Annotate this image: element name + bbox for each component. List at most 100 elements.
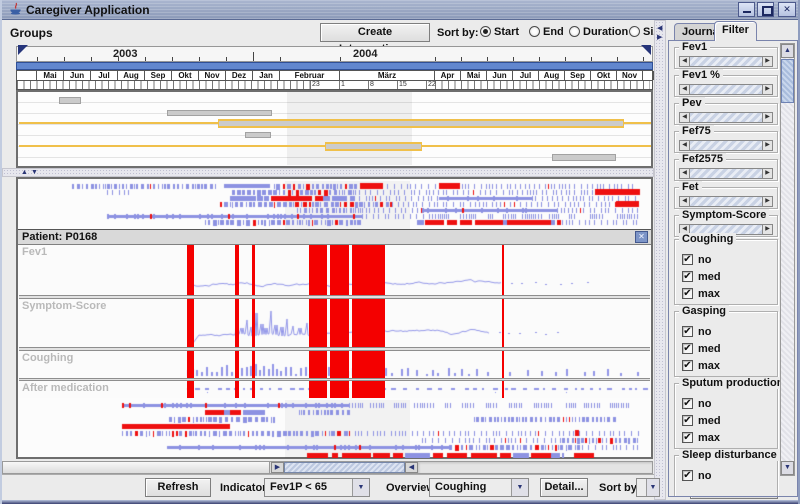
- month-cell[interactable]: Aug: [539, 71, 565, 80]
- month-cell[interactable]: Jun: [487, 71, 513, 80]
- interval-bar[interactable]: [552, 154, 616, 161]
- scrollbar-thumb[interactable]: [781, 59, 794, 103]
- group-span-line[interactable]: [19, 122, 218, 124]
- month-cell[interactable]: Okt: [172, 71, 199, 80]
- checkbox-no[interactable]: ✔: [682, 254, 693, 265]
- sort-radio-start[interactable]: [480, 26, 491, 37]
- slider-track[interactable]: [690, 85, 762, 94]
- group-interval-bar[interactable]: [325, 142, 422, 151]
- month-cell[interactable]: Sep: [145, 71, 172, 80]
- range-slider[interactable]: ◀▶: [679, 196, 773, 207]
- slider-track[interactable]: [690, 113, 762, 122]
- filter-vertical-scrollbar[interactable]: ▲ ▼: [780, 43, 795, 476]
- checkbox-max[interactable]: ✔: [682, 288, 693, 299]
- checkbox-med[interactable]: ✔: [682, 271, 693, 282]
- scrollbar-track[interactable]: [3, 462, 270, 473]
- interval-bar[interactable]: [167, 110, 272, 116]
- month-cell[interactable]: Februar: [280, 71, 340, 80]
- sort-radio-end[interactable]: [529, 26, 540, 37]
- week-cells[interactable]: [435, 81, 650, 89]
- scroll-up-button[interactable]: ▲: [781, 44, 794, 58]
- patient-overview-strips-bottom[interactable]: [19, 400, 650, 458]
- indicator-combobox[interactable]: Fev1P < 65 ▼: [264, 478, 370, 497]
- slider-left-arrow-icon[interactable]: ◀: [680, 85, 690, 94]
- month-cell[interactable]: Apr: [435, 71, 461, 80]
- horizontal-splitter[interactable]: ▲ ▼: [2, 168, 654, 177]
- slider-track[interactable]: [690, 197, 762, 206]
- checkbox-max[interactable]: ✔: [682, 360, 693, 371]
- month-cell[interactable]: Aug: [118, 71, 145, 80]
- checkbox-no[interactable]: ✔: [682, 326, 693, 337]
- close-button[interactable]: ✕: [778, 2, 796, 17]
- groups-overview-panel[interactable]: [16, 90, 653, 168]
- checkbox-med[interactable]: ✔: [682, 415, 693, 426]
- patient-overview-strips-top[interactable]: [19, 181, 650, 229]
- month-cell[interactable]: Dez: [226, 71, 253, 80]
- collapse-up-icon[interactable]: ▲: [21, 169, 28, 176]
- create-intervention-button[interactable]: Create Intervention...: [320, 23, 430, 42]
- range-slider[interactable]: ◀▶: [679, 168, 773, 179]
- detail-button[interactable]: Detail...: [540, 478, 588, 497]
- month-cell[interactable]: Nov: [617, 71, 643, 80]
- checkbox-max[interactable]: ✔: [682, 432, 693, 443]
- slider-left-arrow-icon[interactable]: ◀: [680, 57, 690, 66]
- scroll-right-button[interactable]: ▶: [271, 462, 284, 473]
- checkbox-med[interactable]: ✔: [682, 343, 693, 354]
- sort-radio-size[interactable]: [629, 26, 640, 37]
- slider-track[interactable]: [690, 169, 762, 178]
- refresh-button[interactable]: Refresh: [145, 478, 211, 497]
- slider-right-arrow-icon[interactable]: ▶: [762, 225, 772, 234]
- tab-filter[interactable]: Filter: [714, 21, 757, 41]
- month-cell[interactable]: Nov: [199, 71, 226, 80]
- range-handle-left-icon[interactable]: [18, 45, 28, 55]
- interval-bar[interactable]: [245, 132, 271, 138]
- range-slider[interactable]: ◀▶: [679, 112, 773, 123]
- expand-down-icon[interactable]: ▼: [31, 169, 38, 176]
- month-cell[interactable]: Jan: [253, 71, 280, 80]
- horizontal-scrollbar[interactable]: ▶ ◀: [2, 461, 653, 474]
- year-ruler[interactable]: 20032004: [16, 46, 653, 62]
- month-cell[interactable]: Mai: [37, 71, 64, 80]
- month-cell[interactable]: [17, 71, 37, 80]
- slider-right-arrow-icon[interactable]: ▶: [762, 141, 772, 150]
- slider-left-arrow-icon[interactable]: ◀: [680, 113, 690, 122]
- scrollbar-thumb[interactable]: [284, 462, 405, 473]
- expand-right-icon[interactable]: ▶: [657, 34, 662, 41]
- month-cell[interactable]: Jun: [64, 71, 91, 80]
- slider-left-arrow-icon[interactable]: ◀: [680, 141, 690, 150]
- range-slider[interactable]: ◀▶: [679, 140, 773, 151]
- month-cell[interactable]: Okt: [591, 71, 617, 80]
- patient-panel-header[interactable]: Patient: P0168 ✕: [18, 229, 651, 245]
- collapse-left-icon[interactable]: ◀: [657, 25, 662, 32]
- week-cells[interactable]: [17, 81, 310, 89]
- group-span-line[interactable]: [19, 145, 325, 147]
- month-cell[interactable]: Jul: [513, 71, 539, 80]
- month-cell[interactable]: März: [340, 71, 435, 80]
- interval-bar[interactable]: [59, 97, 81, 104]
- slider-left-arrow-icon[interactable]: ◀: [680, 197, 690, 206]
- scroll-down-button[interactable]: ▼: [781, 461, 794, 475]
- sort-by-combobox[interactable]: ▼: [636, 478, 660, 497]
- month-cell[interactable]: [643, 71, 654, 80]
- slider-track[interactable]: [690, 57, 762, 66]
- slider-right-arrow-icon[interactable]: ▶: [762, 57, 772, 66]
- slider-left-arrow-icon[interactable]: ◀: [680, 169, 690, 178]
- month-scale[interactable]: MaiJunJulAugSepOktNovDezJanFebruarMärzAp…: [16, 70, 653, 81]
- selected-range-bar[interactable]: [16, 62, 653, 70]
- month-cell[interactable]: Jul: [91, 71, 118, 80]
- checkbox-no[interactable]: ✔: [682, 398, 693, 409]
- range-slider[interactable]: ◀▶: [679, 84, 773, 95]
- slider-right-arrow-icon[interactable]: ▶: [762, 169, 772, 178]
- range-slider[interactable]: ◀▶: [679, 56, 773, 67]
- group-span-line[interactable]: [624, 122, 651, 124]
- maximize-button[interactable]: [757, 2, 774, 17]
- week-scale[interactable]: 23181522: [16, 81, 653, 90]
- scrollbar-track[interactable]: [418, 462, 652, 473]
- slider-right-arrow-icon[interactable]: ▶: [762, 197, 772, 206]
- sort-radio-duration[interactable]: [569, 26, 580, 37]
- slider-track[interactable]: [690, 141, 762, 150]
- title-bar[interactable]: Caregiver Application ✕: [2, 0, 800, 20]
- checkbox-no[interactable]: ✔: [682, 470, 693, 481]
- slider-right-arrow-icon[interactable]: ▶: [762, 113, 772, 122]
- range-handle-right-icon[interactable]: [641, 45, 651, 55]
